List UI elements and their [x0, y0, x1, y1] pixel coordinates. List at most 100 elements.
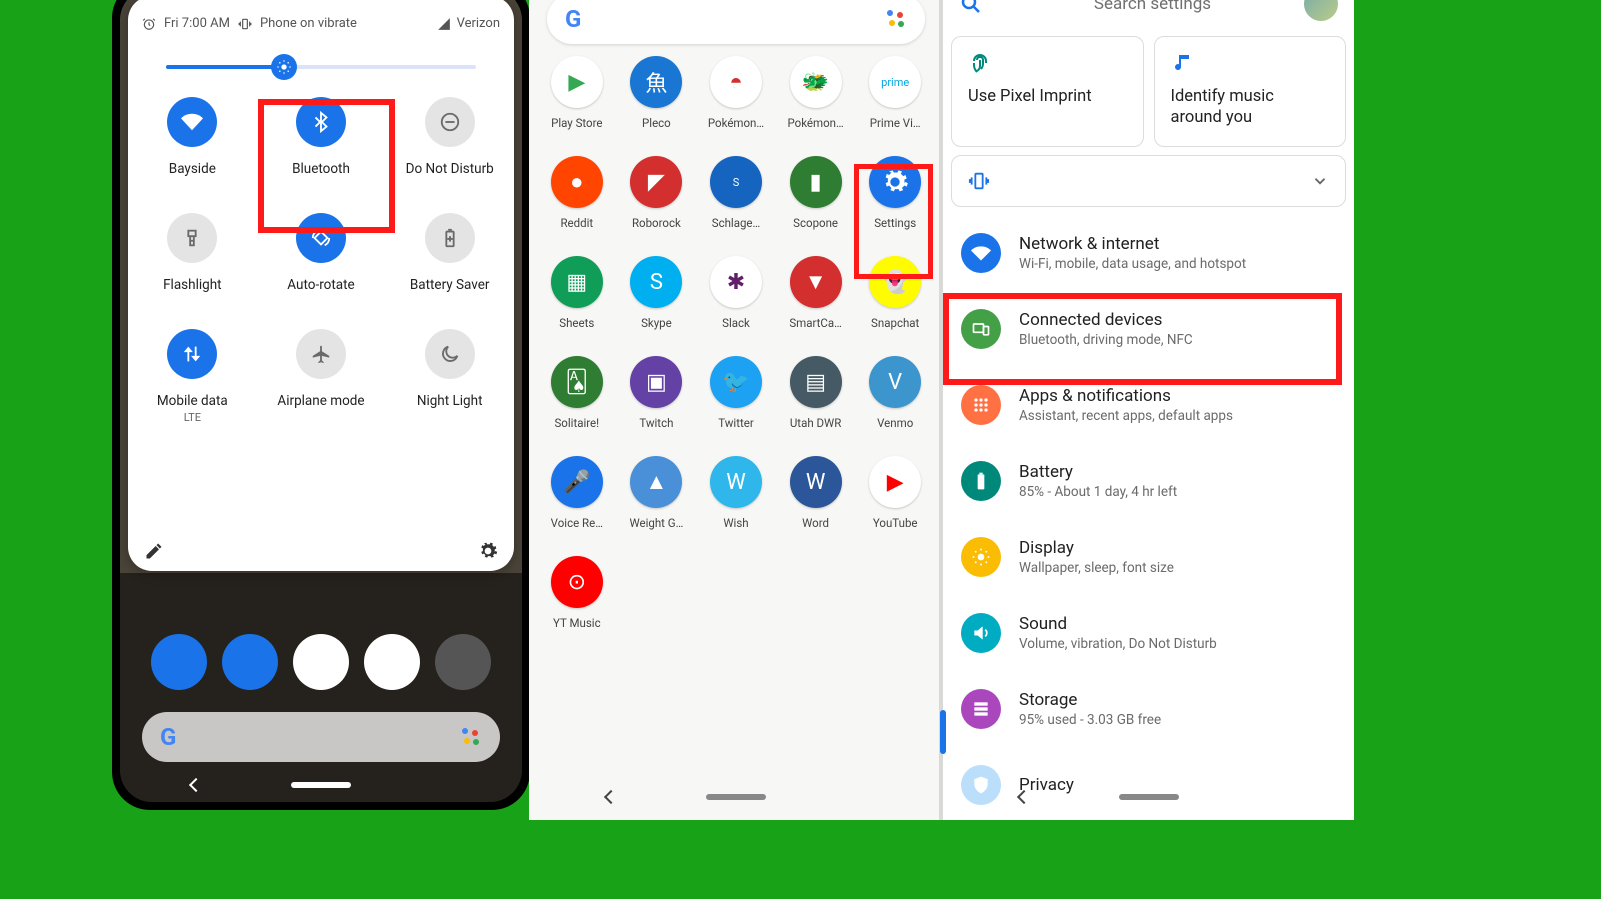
app-schlage[interactable]: SSchlage… — [696, 156, 776, 230]
app-yt-music[interactable]: ⊙YT Music — [537, 556, 617, 630]
app-label: Wish — [700, 516, 772, 530]
back-icon[interactable] — [189, 778, 203, 792]
qs-tile-flashlight[interactable]: Flashlight — [128, 213, 257, 293]
qs-tile-dnd[interactable]: Do Not Disturb — [385, 97, 514, 177]
settings-connected-devices[interactable]: Connected devices Bluetooth, driving mode… — [943, 291, 1354, 367]
app-icon: W — [790, 456, 842, 508]
dock — [151, 634, 491, 690]
account-avatar[interactable] — [1304, 0, 1338, 21]
vibration-expander[interactable] — [951, 155, 1346, 207]
settings-item-sub: Wi-Fi, mobile, data usage, and hotspot — [1019, 256, 1246, 272]
volume-icon — [961, 613, 1001, 653]
app-smartca[interactable]: ▼SmartCa… — [776, 256, 856, 330]
app-weight-g[interactable]: ▲Weight G… — [617, 456, 697, 530]
app-label: Pleco — [620, 116, 692, 130]
apps-icon — [961, 385, 1001, 425]
card-identify-music[interactable]: Identify music around you — [1154, 36, 1347, 147]
back-icon[interactable] — [604, 790, 618, 804]
settings-display[interactable]: DisplayWallpaper, sleep, font size — [943, 519, 1354, 595]
app-icon: ▶ — [551, 56, 603, 108]
app-icon: ▣ — [630, 356, 682, 408]
app-pleco[interactable]: 魚Pleco — [617, 56, 697, 130]
app-skype[interactable]: SSkype — [617, 256, 697, 330]
app-scopone[interactable]: ▮Scopone — [776, 156, 856, 230]
google-search-bar[interactable]: G — [142, 712, 500, 762]
app-play-store[interactable]: ▶Play Store — [537, 56, 617, 130]
settings-sound[interactable]: SoundVolume, vibration, Do Not Disturb — [943, 595, 1354, 671]
app-icon: ✱ — [710, 256, 762, 308]
status-bar: Fri 7:00 AM Phone on vibrate Verizon — [128, 0, 514, 31]
app-icon: ▤ — [790, 356, 842, 408]
settings-apps-notifications[interactable]: Apps & notificationsAssistant, recent ap… — [943, 367, 1354, 443]
qs-tile-airplane[interactable]: Airplane mode — [257, 329, 386, 424]
back-icon[interactable] — [1016, 790, 1030, 804]
nav-bar — [120, 768, 522, 802]
app-icon: ▦ — [551, 256, 603, 308]
settings-network-internet[interactable]: Network & internet Wi-Fi, mobile, data us… — [943, 215, 1354, 291]
settings-item-title: Network & internet — [1019, 234, 1246, 254]
home-pill[interactable] — [291, 782, 351, 788]
app-utah-dwr[interactable]: ▤Utah DWR — [776, 356, 856, 430]
app-youtube[interactable]: ▶YouTube — [855, 456, 935, 530]
app-solitaire[interactable]: 🂡Solitaire! — [537, 356, 617, 430]
display-icon — [961, 537, 1001, 577]
app-settings[interactable]: Settings — [855, 156, 935, 230]
home-pill[interactable] — [1119, 794, 1179, 800]
app-slack[interactable]: ✱Slack — [696, 256, 776, 330]
nav-bar — [529, 780, 943, 814]
app-icon: ⊙ — [551, 556, 603, 608]
app-icon — [869, 156, 921, 208]
settings-item-title: Connected devices — [1019, 310, 1193, 330]
qs-tile-battery-saver[interactable]: Battery Saver — [385, 213, 514, 293]
phone-1-quick-settings: G Fri 7:00 AM Phone on vibrate — [112, 0, 530, 810]
app-icon: 🎤 — [551, 456, 603, 508]
qs-tile-night-light[interactable]: Night Light — [385, 329, 514, 424]
app-sheets[interactable]: ▦Sheets — [537, 256, 617, 330]
app-word[interactable]: WWord — [776, 456, 856, 530]
app-wish[interactable]: W Wish — [696, 456, 776, 530]
app-reddit[interactable]: ●Reddit — [537, 156, 617, 230]
qs-tile-wifi[interactable]: Bayside — [128, 97, 257, 177]
settings-search-bar[interactable]: Search settings — [949, 0, 1348, 28]
app-label: Weight G… — [620, 516, 692, 530]
app-label: Skype — [620, 316, 692, 330]
app-snapchat[interactable]: 👻Snapchat — [855, 256, 935, 330]
app-label: Roborock — [620, 216, 692, 230]
app-pok-mon[interactable]: 🐲Pokémon… — [776, 56, 856, 130]
app-twitch[interactable]: ▣Twitch — [617, 356, 697, 430]
app-roborock[interactable]: ◤ Roborock — [617, 156, 697, 230]
storage-icon — [961, 689, 1001, 729]
app-icon: 🐦 — [710, 356, 762, 408]
drawer-search-bar[interactable]: G — [547, 0, 925, 44]
settings-storage[interactable]: Storage95% used - 3.03 GB free — [943, 671, 1354, 747]
vibrate-icon — [238, 17, 252, 31]
app-voice-re[interactable]: 🎤 Voice Re… — [537, 456, 617, 530]
app-label: YouTube — [859, 516, 931, 530]
app-label: Scopone — [780, 216, 852, 230]
app-icon: ◤ — [630, 156, 682, 208]
app-prime-vi[interactable]: primePrime Vi… — [855, 56, 935, 130]
brightness-slider[interactable] — [166, 65, 476, 69]
app-drawer-grid: ▶Play Store魚Pleco◓Pokémon…🐲Pokémon…prime… — [537, 56, 935, 630]
app-venmo[interactable]: VVenmo — [855, 356, 935, 430]
phone-3-settings: Search settings Use Pixel Imprint Identi… — [943, 0, 1354, 820]
status-time: Fri 7:00 AM — [164, 16, 230, 31]
app-label: Voice Re… — [541, 516, 613, 530]
app-twitter[interactable]: 🐦Twitter — [696, 356, 776, 430]
qs-tile-rotate[interactable]: Auto-rotate — [257, 213, 386, 293]
nav-bar — [943, 780, 1354, 814]
qs-tile-bluetooth[interactable]: Bluetooth — [257, 97, 386, 177]
edit-icon[interactable] — [144, 541, 164, 561]
music-icon — [1171, 51, 1330, 77]
app-icon: S — [710, 156, 762, 208]
card-pixel-imprint[interactable]: Use Pixel Imprint — [951, 36, 1144, 147]
home-pill[interactable] — [706, 794, 766, 800]
app-icon: W — [710, 456, 762, 508]
app-icon: 👻 — [869, 256, 921, 308]
app-pok-mon[interactable]: ◓Pokémon… — [696, 56, 776, 130]
quick-settings-grid: Bayside Bluetooth Do Not Disturb Flashli… — [128, 97, 514, 424]
settings-icon[interactable] — [478, 541, 498, 561]
qs-tile-mobile-data[interactable]: Mobile data LTE — [128, 329, 257, 424]
settings-item-sub: Bluetooth, driving mode, NFC — [1019, 332, 1193, 348]
settings-battery[interactable]: Battery85% - About 1 day, 4 hr left — [943, 443, 1354, 519]
